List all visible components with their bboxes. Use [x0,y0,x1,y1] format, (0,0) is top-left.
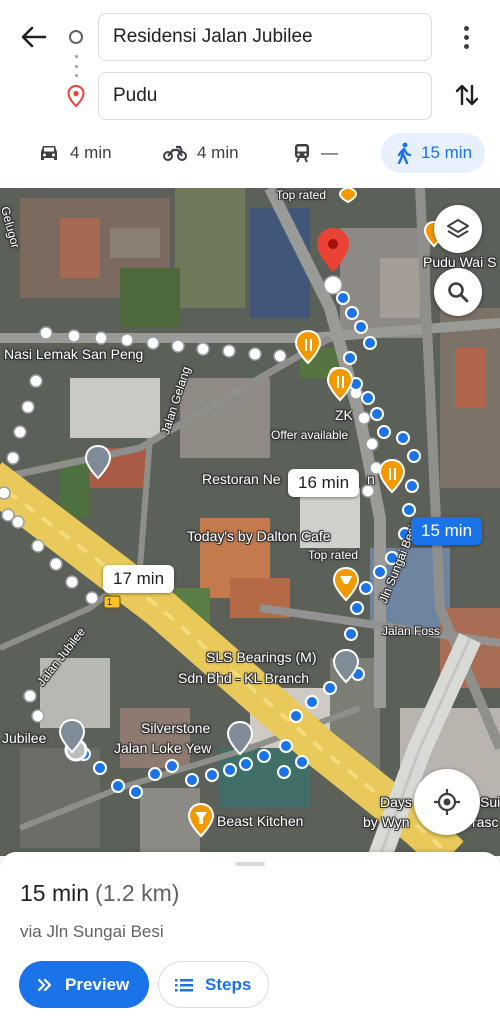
map-label-top-rated: Top rated [276,188,327,202]
back-arrow-icon [21,26,47,48]
route-summary: 15 min (1.2 km) [20,880,179,907]
mode-motorcycle-label: 4 min [197,143,239,162]
route-connector-dots [75,55,78,77]
mode-transit-label: — [321,143,338,162]
map-label-sls-bearings: SLS Bearings (M) [206,649,317,665]
motorcycle-icon [163,145,187,161]
swap-origin-destination-button[interactable] [452,80,482,110]
map-search-button[interactable] [434,268,482,316]
route-summary-sheet[interactable]: 15 min (1.2 km) via Jln Sungai Besi Previ… [0,852,500,1021]
map-label-by-wyndham: by Wyn [363,814,410,830]
preview-button[interactable]: Preview [19,961,149,1008]
mode-walk-label: 15 min [421,143,473,162]
layers-icon [447,219,469,238]
travel-mode-tabs: 4 min 4 min — 15 min [0,133,500,177]
map-label-jubilee: Jubilee [2,730,47,746]
route-via: via Jln Sungai Besi [20,922,164,941]
origin-circle-icon [69,30,83,44]
map-label-top-rated-2: Top rated [308,548,359,562]
swap-icon [455,84,479,106]
mode-motorcycle[interactable]: 4 min [163,133,239,173]
mode-drive[interactable]: 4 min [38,133,112,173]
more-options-button[interactable] [452,22,480,52]
search-icon [448,282,469,303]
map-label-days-tail: Sui [480,794,500,810]
walk-icon [397,142,412,164]
map-label-beast-kitchen: Beast Kitchen [217,813,304,829]
map-label-nasi-lemak: Nasi Lemak San Peng [4,346,144,362]
alt-route-bubble-16min[interactable]: 16 min [288,469,360,497]
selected-route-bubble-15min[interactable]: 15 min [411,517,483,545]
map-label-sls-branch: Sdn Bhd - KL Branch [178,670,310,686]
train-icon [295,144,309,163]
list-icon [175,978,193,991]
route-shield-number: 1 [107,597,113,607]
my-location-icon [434,789,460,815]
mode-transit[interactable]: — [293,133,338,173]
map-label-jalan-loke-yew: Jalan Loke Yew [114,740,212,756]
back-button[interactable] [18,22,50,52]
route-duration: 15 min [20,880,90,906]
map-view[interactable]: Top rated Pudu Wai S Gelugor Nasi Lemak … [0,188,500,856]
map-label-days: Days [380,794,412,810]
destination-field[interactable]: Pudu [98,72,432,120]
mode-walk[interactable]: 15 min [381,133,485,173]
route-distance: (1.2 km) [95,880,180,906]
my-location-button[interactable] [414,769,480,835]
map-label-offer-available: Offer available [271,428,349,442]
steps-button[interactable]: Steps [158,961,269,1008]
map-label-restoran-tail: n [367,471,375,487]
preview-button-label: Preview [65,974,130,994]
double-chevron-icon [37,978,52,991]
map-label-jalan-foss: Jalan Foss [382,624,441,638]
mode-drive-label: 4 min [70,143,112,162]
destination-pin-icon [67,84,85,112]
map-label-silverstone: Silverstone [141,720,211,736]
origin-field[interactable]: Residensi Jalan Jubilee [98,13,432,61]
car-icon [41,146,57,160]
directions-header: Residensi Jalan Jubilee Pudu 4 min 4 min [0,0,500,188]
layers-button[interactable] [434,205,482,253]
sheet-drag-handle[interactable] [235,862,265,866]
alt-route-bubble-17min[interactable]: 17 min [103,565,175,593]
steps-button-label: Steps [205,974,252,994]
map-label-todays-dalton: Today's by Dalton Cafe [187,528,331,544]
map-label-restoran: Restoran Ne [202,471,281,487]
map-label-zk: ZK [335,407,353,423]
